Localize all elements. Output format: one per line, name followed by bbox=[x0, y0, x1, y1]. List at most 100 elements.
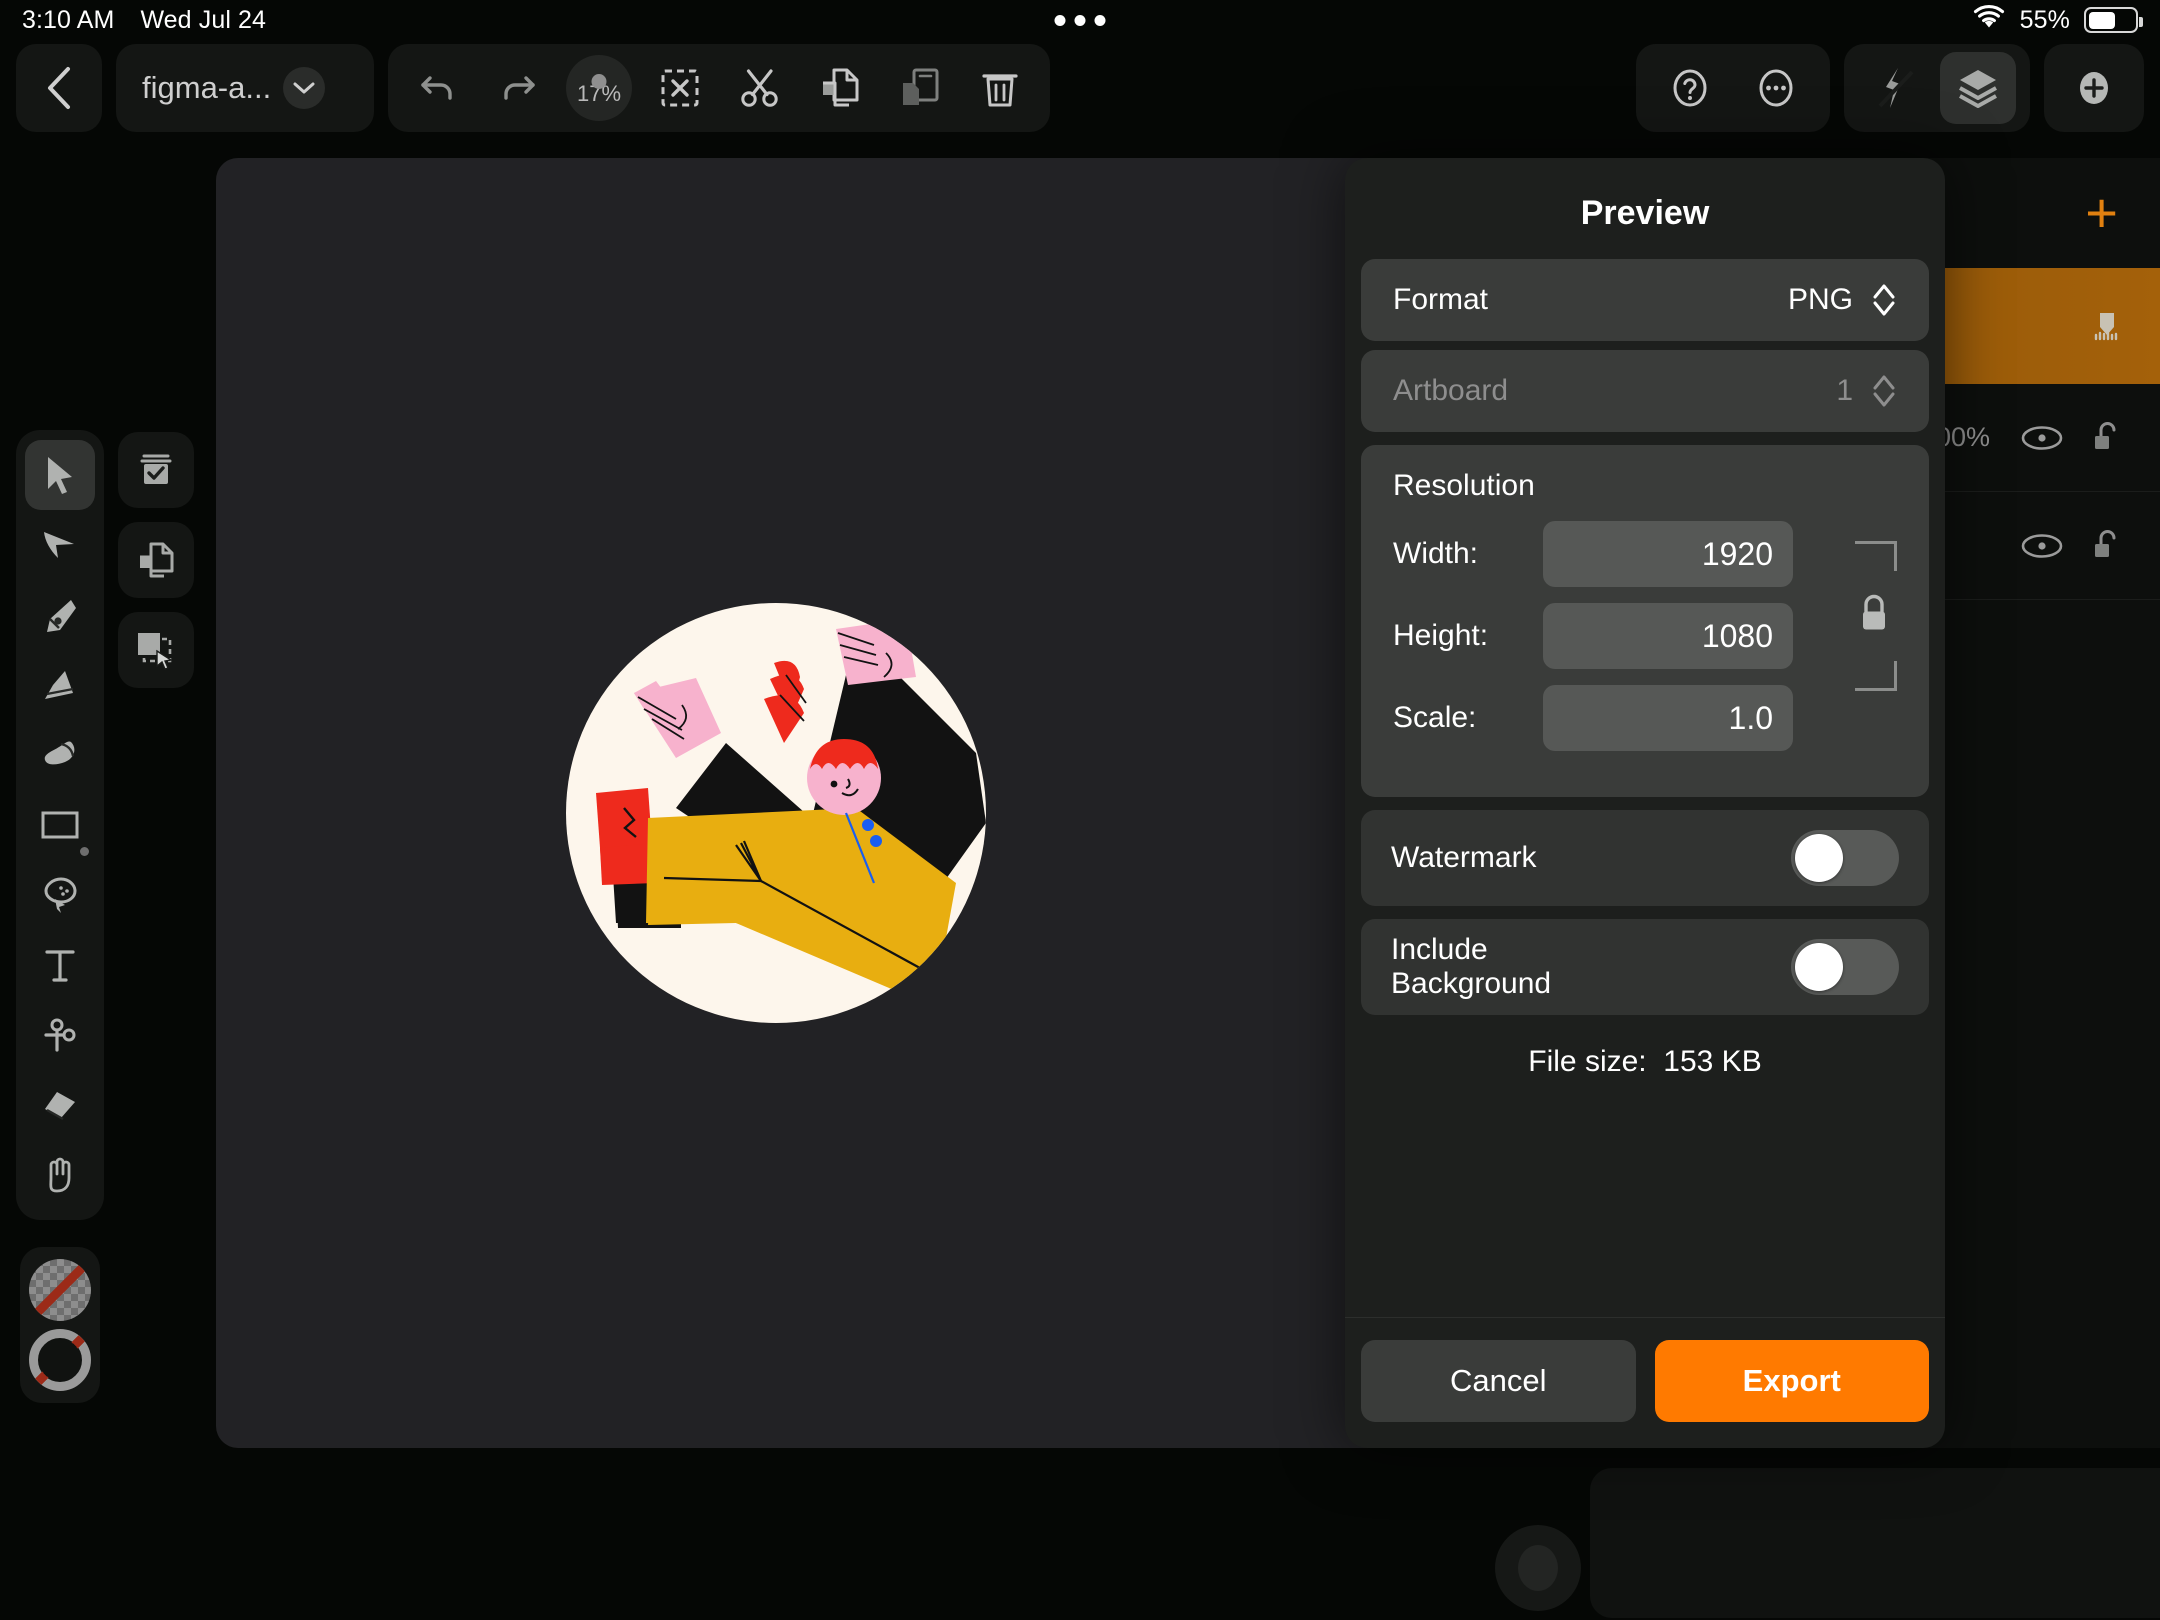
file-size: File size: 153 KB bbox=[1361, 1045, 1929, 1079]
artboard-stepper-icon bbox=[1871, 372, 1897, 410]
include-background-label-line1: Include bbox=[1391, 932, 1488, 966]
add-button[interactable] bbox=[2056, 44, 2132, 132]
artboard-value: 1 bbox=[1836, 374, 1853, 407]
help-button[interactable] bbox=[1652, 44, 1728, 132]
stroke-swatch[interactable] bbox=[29, 1329, 91, 1391]
watermark-row[interactable]: Watermark bbox=[1361, 810, 1929, 906]
scale-input[interactable]: 1.0 bbox=[1543, 685, 1793, 751]
artboard-label: Artboard bbox=[1393, 374, 1509, 407]
bottom-ghost-panel bbox=[1590, 1468, 2160, 1618]
brush-tool[interactable] bbox=[25, 720, 95, 790]
file-menu[interactable]: figma-a... bbox=[116, 44, 374, 132]
top-toolbar: figma-a... 17% bbox=[0, 44, 2160, 132]
artboard-row: Artboard 1 bbox=[1361, 350, 1929, 432]
cut-button[interactable] bbox=[722, 44, 798, 132]
layers-panel-button[interactable] bbox=[1940, 52, 2016, 124]
back-button[interactable] bbox=[21, 44, 97, 132]
fill-tool[interactable] bbox=[25, 860, 95, 930]
transform-select-tool[interactable] bbox=[118, 612, 194, 688]
unlock-icon[interactable] bbox=[2090, 529, 2124, 563]
deselect-button[interactable] bbox=[642, 44, 718, 132]
mask-icon[interactable] bbox=[2090, 311, 2124, 341]
dialog-footer: Cancel Export bbox=[1345, 1317, 1945, 1448]
help-group bbox=[1636, 44, 1830, 132]
copy-button[interactable] bbox=[802, 44, 878, 132]
panel-toggle-group bbox=[1844, 44, 2030, 132]
status-right: 55% bbox=[1972, 4, 2143, 37]
format-label: Format bbox=[1393, 283, 1489, 316]
color-swatches bbox=[20, 1247, 100, 1403]
toggle-knob bbox=[1795, 943, 1843, 991]
file-size-value: 153 KB bbox=[1663, 1045, 1762, 1078]
toggle-knob bbox=[1795, 834, 1843, 882]
height-label: Height: bbox=[1393, 619, 1489, 652]
battery-percent: 55% bbox=[2019, 5, 2070, 34]
link-bracket-top bbox=[1855, 541, 1897, 571]
unlock-icon[interactable] bbox=[2090, 421, 2124, 455]
export-button[interactable]: Export bbox=[1654, 1340, 1929, 1422]
multitask-handle[interactable] bbox=[1054, 14, 1106, 26]
chevron-down-icon[interactable] bbox=[283, 67, 326, 109]
eye-icon[interactable] bbox=[2020, 425, 2064, 451]
fill-swatch[interactable] bbox=[29, 1259, 91, 1321]
floating-action-button[interactable] bbox=[1495, 1525, 1581, 1611]
resolution-title: Resolution bbox=[1393, 469, 1535, 502]
select-all-tool[interactable] bbox=[118, 432, 194, 508]
watermark-toggle[interactable] bbox=[1791, 830, 1899, 886]
add-layer-button[interactable]: + bbox=[2085, 185, 2118, 241]
aspect-ratio-link[interactable] bbox=[1851, 541, 1907, 691]
watermark-label: Watermark bbox=[1391, 840, 1537, 874]
battery-icon bbox=[2084, 7, 2143, 33]
tool-rail bbox=[16, 430, 104, 1220]
redo-button[interactable] bbox=[480, 44, 556, 132]
eye-icon[interactable] bbox=[2020, 533, 2064, 559]
include-background-row[interactable]: Include Background bbox=[1361, 919, 1929, 1015]
width-label: Width: bbox=[1393, 537, 1479, 570]
format-stepper-icon[interactable] bbox=[1871, 281, 1897, 319]
pen-tool[interactable] bbox=[25, 580, 95, 650]
falling-person-illustration[interactable] bbox=[556, 593, 996, 1033]
link-bracket-bottom bbox=[1855, 661, 1897, 691]
status-date: Wed Jul 24 bbox=[140, 5, 267, 34]
file-size-label: File size: bbox=[1528, 1045, 1647, 1078]
pencil-tool[interactable] bbox=[25, 650, 95, 720]
secondary-tool-rail bbox=[118, 432, 194, 688]
add-group bbox=[2044, 44, 2144, 132]
status-bar: 3:10 AM Wed Jul 24 55% bbox=[0, 0, 2160, 40]
delete-button[interactable] bbox=[962, 44, 1038, 132]
text-tool[interactable] bbox=[25, 930, 95, 1000]
node-scissors-tool[interactable] bbox=[25, 1000, 95, 1070]
more-options-button[interactable] bbox=[1738, 44, 1814, 132]
cancel-button[interactable]: Cancel bbox=[1361, 1340, 1636, 1422]
direct-select-tool[interactable] bbox=[25, 510, 95, 580]
height-input[interactable]: 1080 bbox=[1543, 603, 1793, 669]
undo-button[interactable] bbox=[400, 44, 476, 132]
shape-tool[interactable] bbox=[25, 790, 95, 860]
brush-panel-button[interactable] bbox=[1858, 44, 1934, 132]
width-row: Width: 1920 bbox=[1361, 521, 1929, 587]
status-time: 3:10 AM bbox=[22, 5, 115, 34]
scale-row: Scale: 1.0 bbox=[1361, 685, 1929, 751]
format-row[interactable]: Format PNG bbox=[1361, 259, 1929, 341]
file-name: figma-a... bbox=[142, 70, 272, 105]
edit-group: 17% bbox=[388, 44, 1050, 132]
eraser-tool[interactable] bbox=[25, 1070, 95, 1140]
hand-tool[interactable] bbox=[25, 1140, 95, 1210]
scale-label: Scale: bbox=[1393, 701, 1477, 734]
back-group bbox=[16, 44, 102, 132]
include-background-toggle[interactable] bbox=[1791, 939, 1899, 995]
toolbar-right bbox=[1636, 44, 2144, 132]
dialog-title: Preview bbox=[1580, 194, 1710, 232]
zoom-dial[interactable]: 17% bbox=[566, 55, 632, 121]
export-preview-dialog: Preview Format PNG Artboard 1 Resolution… bbox=[1345, 158, 1945, 1448]
paste-button[interactable] bbox=[882, 44, 958, 132]
format-value: PNG bbox=[1787, 283, 1853, 316]
duplicate-tool[interactable] bbox=[118, 522, 194, 598]
dialog-body: Format PNG Artboard 1 Resolution Width: … bbox=[1345, 259, 1945, 1317]
resolution-card: Resolution Width: 1920 Height: 1080 Scal… bbox=[1361, 445, 1929, 797]
height-row: Height: 1080 bbox=[1361, 603, 1929, 669]
lock-closed-icon[interactable] bbox=[1855, 592, 1893, 641]
width-input[interactable]: 1920 bbox=[1543, 521, 1793, 587]
wifi-icon bbox=[1972, 4, 2006, 37]
select-tool[interactable] bbox=[25, 440, 95, 510]
